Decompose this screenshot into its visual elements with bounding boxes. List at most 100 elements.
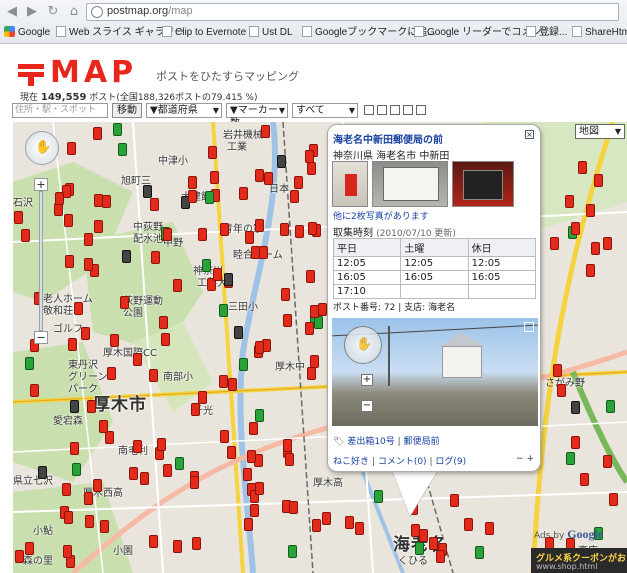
post-marker-red[interactable] [280,223,289,236]
post-marker-red[interactable] [64,214,73,227]
post-marker-red[interactable] [149,535,158,548]
post-marker-red[interactable] [609,493,618,506]
post-marker-red[interactable] [163,464,172,477]
move-button[interactable]: 移動 [112,103,142,118]
post-marker-green[interactable] [113,123,122,136]
post-marker-green[interactable] [415,542,424,555]
post-marker-red[interactable] [161,333,170,346]
post-marker-red[interactable] [93,479,102,492]
post-marker-red[interactable] [295,225,304,238]
zoom-out-button[interactable]: − [34,331,48,344]
post-marker-red[interactable] [305,322,314,335]
post-marker-red[interactable] [21,229,30,242]
post-marker-red[interactable] [94,220,103,233]
post-marker-green[interactable] [606,400,615,413]
post-marker-red[interactable] [173,279,182,292]
post-marker-red[interactable] [550,237,559,250]
post-marker-red[interactable] [306,270,315,283]
post-marker-red[interactable] [322,512,331,525]
post-marker-red[interactable] [198,228,207,241]
link-cat-lover[interactable]: ねこ好き [333,457,369,467]
post-marker-red[interactable] [436,550,445,563]
pan-control[interactable]: ✋ [25,131,59,165]
post-marker-red[interactable] [219,375,228,388]
post-marker-red[interactable] [578,161,587,174]
post-marker-red[interactable] [312,519,321,532]
post-marker-gray[interactable] [122,250,131,263]
post-marker-red[interactable] [81,327,90,340]
post-marker-red[interactable] [259,246,268,259]
post-marker-red[interactable] [290,190,299,203]
bookmark-ust-dl[interactable]: Ust DL [249,26,293,40]
post-marker-red[interactable] [70,442,79,455]
post-marker-red[interactable] [485,522,494,535]
post-marker-green[interactable] [566,452,575,465]
post-marker-red[interactable] [190,476,199,489]
post-title[interactable]: 海老名中新田郵便局の前 [333,131,443,146]
marker-count-select[interactable]: ▼マーカー数▼ [226,103,288,129]
post-marker-red[interactable] [227,446,236,459]
post-marker-red[interactable] [318,303,327,316]
post-marker-red[interactable] [310,355,319,368]
post-marker-red[interactable] [55,192,64,205]
post-marker-red[interactable] [15,550,24,563]
post-marker-red[interactable] [100,520,109,533]
link-comments[interactable]: コメント(0) [378,457,427,467]
post-marker-red[interactable] [110,334,119,347]
post-marker-red[interactable] [255,341,264,354]
post-marker-red[interactable] [173,540,182,553]
link-log[interactable]: ログ(9) [435,457,466,467]
post-marker-red[interactable] [133,353,142,366]
post-marker-red[interactable] [243,468,252,481]
checkbox-3[interactable] [390,105,400,115]
post-marker-red[interactable] [65,255,74,268]
forward-icon[interactable]: ▶ [24,5,40,19]
post-marker-red[interactable] [93,127,102,140]
post-marker-red[interactable] [571,222,580,235]
post-marker-green[interactable] [118,143,127,156]
post-marker-gray[interactable] [224,273,233,286]
post-marker-red[interactable] [84,492,93,505]
post-marker-red[interactable] [255,169,264,182]
post-marker-red[interactable] [188,190,197,203]
post-marker-red[interactable] [594,174,603,187]
post-marker-red[interactable] [208,146,217,159]
post-marker-red[interactable] [603,455,612,468]
post-marker-red[interactable] [99,420,108,433]
post-marker-red[interactable] [87,400,96,413]
post-marker-red[interactable] [294,176,303,189]
post-marker-red[interactable] [102,195,111,208]
more-photos-link[interactable]: 他に2枚写真があります [333,209,429,222]
zoom-in-button[interactable]: + [34,178,48,191]
post-marker-red[interactable] [586,264,595,277]
bookmark-evernote[interactable]: Clip to Evernote [162,26,246,40]
post-marker-red[interactable] [140,472,149,485]
post-marker-red[interactable] [264,172,273,185]
post-marker-red[interactable] [603,237,612,250]
post-marker-red[interactable] [220,430,229,443]
checkbox-1[interactable] [364,105,374,115]
post-marker-red[interactable] [25,542,34,555]
post-marker-red[interactable] [419,529,428,542]
expand-icon[interactable] [524,322,534,332]
home-icon[interactable]: ⌂ [66,5,82,19]
photo-thumb-1[interactable] [332,161,368,207]
post-marker-red[interactable] [150,198,159,211]
post-marker-red[interactable] [307,162,316,175]
post-marker-red[interactable] [308,222,317,235]
post-marker-green[interactable] [25,357,34,370]
bookmark-google[interactable]: Google [4,26,50,40]
zoom-slider[interactable] [39,191,43,331]
post-marker-red[interactable] [213,268,222,281]
post-marker-red[interactable] [250,504,259,517]
photo-thumb-2[interactable] [372,161,448,207]
post-marker-gray[interactable] [571,401,580,414]
post-marker-red[interactable] [244,518,253,531]
post-marker-gray[interactable] [38,466,47,479]
post-marker-red[interactable] [249,422,258,435]
map-type-select[interactable]: 地図 ▼ [575,124,625,139]
street-view-zoom-out[interactable]: − [361,400,373,412]
post-marker-red[interactable] [255,482,264,495]
post-marker-red[interactable] [85,515,94,528]
post-marker-red[interactable] [245,231,254,244]
